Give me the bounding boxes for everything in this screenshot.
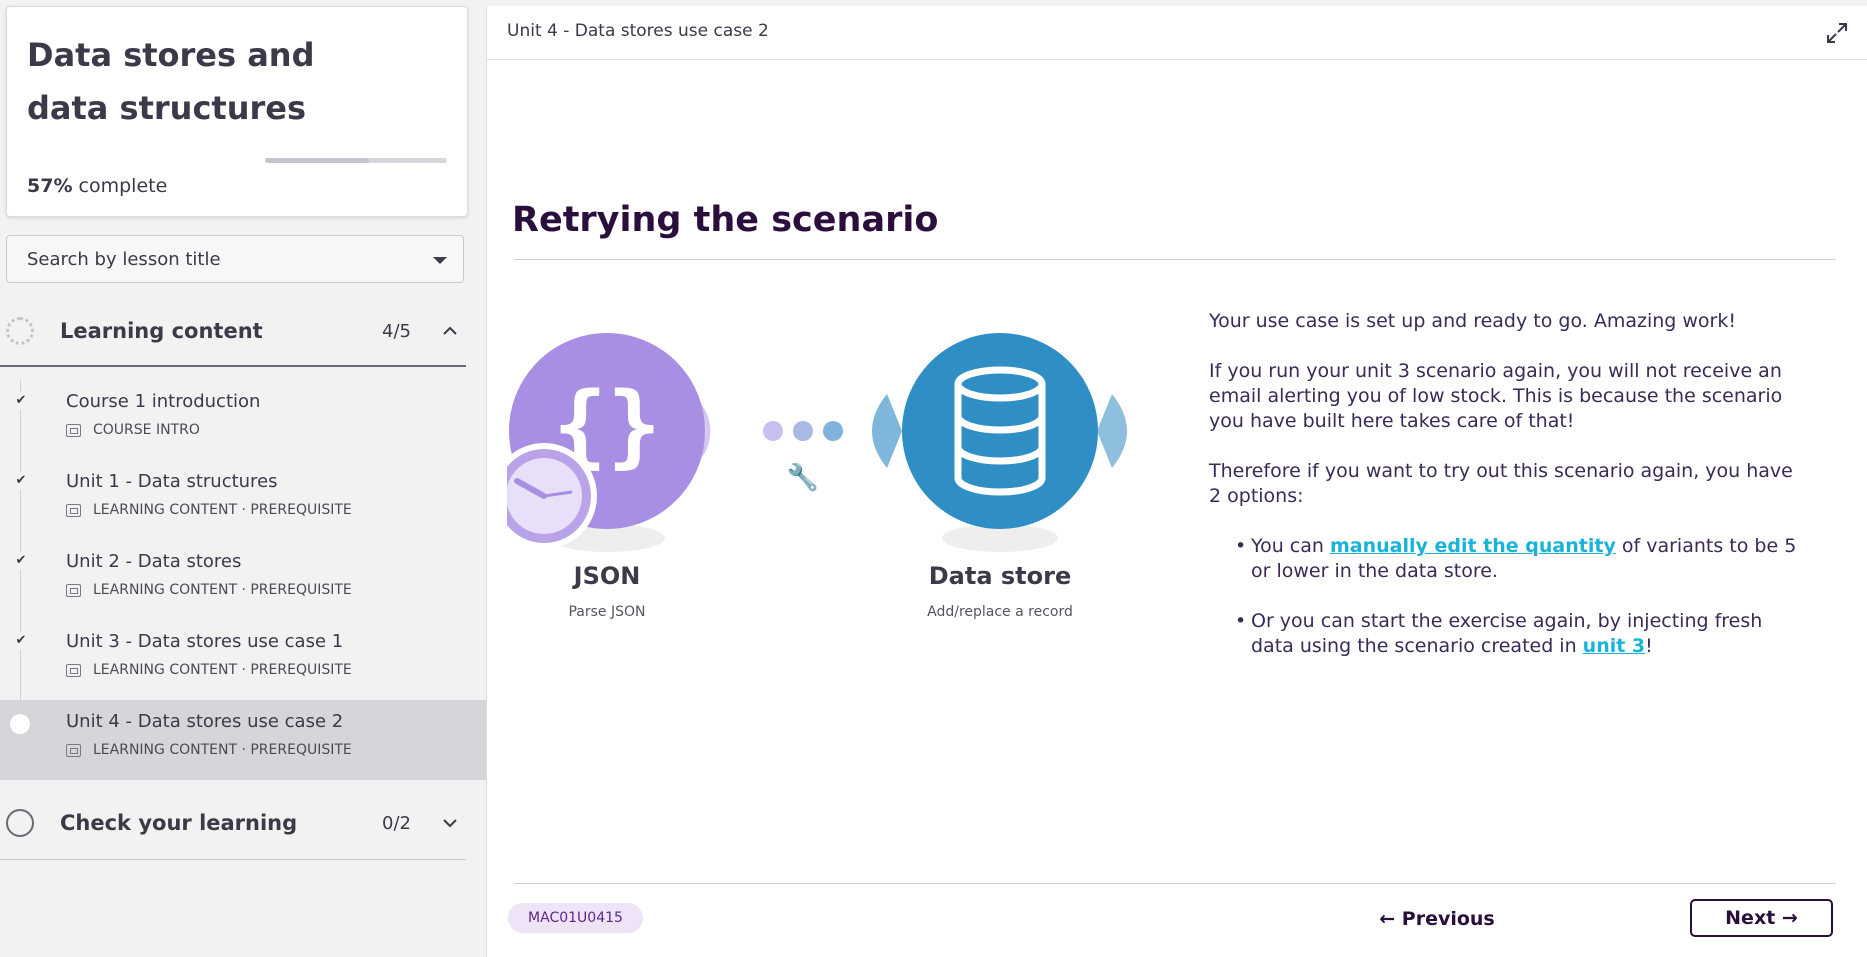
- progress-ring-icon: [6, 809, 34, 837]
- lesson-meta: LEARNING CONTENT · PREREQUISITE: [66, 742, 352, 758]
- chevron-down-icon[interactable]: [442, 813, 458, 834]
- module-label-json: JSON: [573, 562, 641, 590]
- progress-ring-icon: [6, 317, 34, 345]
- lesson-name: Unit 4 - Data stores use case 2: [66, 711, 344, 732]
- list-item: You can manually edit the quantity of va…: [1235, 534, 1809, 584]
- presentation-icon: [66, 743, 81, 757]
- current-lesson-dot-icon: [10, 714, 30, 734]
- lesson-name: Unit 3 - Data stores use case 1: [66, 631, 344, 652]
- check-icon: ✔: [12, 472, 30, 490]
- lesson-meta: COURSE INTRO: [66, 422, 200, 438]
- section-title: Check your learning: [60, 811, 298, 835]
- section-check-your-learning[interactable]: Check your learning 0/2: [0, 797, 466, 860]
- lesson-item-current[interactable]: Unit 4 - Data stores use case 2 LEARNING…: [0, 700, 486, 780]
- doc-icon: [66, 423, 81, 437]
- paragraph: If you run your unit 3 scenario again, y…: [1209, 360, 1783, 432]
- check-icon: ✔: [12, 632, 30, 650]
- lesson-content-panel: Unit 4 - Data stores use case 2 Retrying…: [486, 6, 1867, 957]
- progress-bar: [265, 158, 447, 163]
- lesson-name: Unit 2 - Data stores: [66, 551, 242, 572]
- wrench-icon: 🔧: [787, 461, 819, 493]
- options-list: You can manually edit the quantity of va…: [1209, 534, 1809, 659]
- lesson-topbar: Unit 4 - Data stores use case 2: [487, 6, 1867, 60]
- sidebar: Data stores and data structures 57% comp…: [0, 0, 486, 957]
- lesson-text: Your use case is set up and ready to go.…: [1209, 309, 1809, 684]
- lesson-meta: LEARNING CONTENT · PREREQUISITE: [66, 662, 352, 678]
- lesson-item[interactable]: ✔ Unit 2 - Data stores LEARNING CONTENT …: [0, 540, 486, 620]
- lesson-meta: LEARNING CONTENT · PREREQUISITE: [66, 502, 352, 518]
- module-label-data-store: Data store: [928, 562, 1072, 590]
- lesson-name: Unit 1 - Data structures: [66, 471, 278, 492]
- expand-icon[interactable]: [1826, 22, 1848, 44]
- course-card: Data stores and data structures 57% comp…: [6, 6, 468, 217]
- page-title: Retrying the scenario: [512, 200, 939, 240]
- section-title: Learning content: [60, 319, 263, 343]
- divider: [514, 259, 1836, 260]
- section-count: 0/2: [382, 813, 411, 834]
- presentation-icon: [66, 583, 81, 597]
- next-button[interactable]: Next →: [1690, 899, 1833, 937]
- presentation-icon: [66, 503, 81, 517]
- caret-down-icon: [433, 257, 447, 264]
- chevron-up-icon[interactable]: [442, 321, 458, 342]
- lesson-code-badge: MAC01U0415: [508, 903, 643, 933]
- section-count: 4/5: [382, 321, 411, 342]
- manually-edit-link[interactable]: manually edit the quantity: [1330, 535, 1616, 557]
- module-sub-data-store: Add/replace a record: [927, 604, 1073, 620]
- divider: [514, 883, 1836, 884]
- progress-bar-fill: [265, 158, 369, 163]
- breadcrumb: Unit 4 - Data stores use case 2: [507, 21, 769, 41]
- search-lesson-select[interactable]: Search by lesson title: [6, 235, 464, 283]
- lesson-item[interactable]: ✔ Course 1 introduction COURSE INTRO: [0, 380, 486, 460]
- lesson-item[interactable]: ✔ Unit 3 - Data stores use case 1 LEARNI…: [0, 620, 486, 700]
- presentation-icon: [66, 663, 81, 677]
- lesson-list: ✔ Course 1 introduction COURSE INTRO ✔ U…: [0, 380, 486, 780]
- module-sub-json: Parse JSON: [568, 604, 646, 620]
- previous-button[interactable]: ← Previous: [1367, 902, 1507, 936]
- unit-3-link[interactable]: unit 3: [1583, 635, 1645, 657]
- search-placeholder: Search by lesson title: [27, 249, 221, 270]
- scenario-diagram: {} 🔧 JSON Data store Parse JSON Add/repl…: [491, 306, 1167, 636]
- section-learning-content[interactable]: Learning content 4/5: [0, 305, 466, 367]
- lesson-meta: LEARNING CONTENT · PREREQUISITE: [66, 582, 352, 598]
- check-icon: ✔: [12, 552, 30, 570]
- progress-text: 57% complete: [27, 175, 168, 197]
- paragraph: Therefore if you want to try out this sc…: [1209, 460, 1793, 507]
- lesson-item[interactable]: ✔ Unit 1 - Data structures LEARNING CONT…: [0, 460, 486, 540]
- list-item: Or you can start the exercise again, by …: [1235, 609, 1809, 659]
- lesson-name: Course 1 introduction: [66, 391, 261, 412]
- check-icon: ✔: [12, 392, 30, 410]
- course-title: Data stores and data structures: [27, 36, 315, 127]
- paragraph: Your use case is set up and ready to go.…: [1209, 310, 1736, 332]
